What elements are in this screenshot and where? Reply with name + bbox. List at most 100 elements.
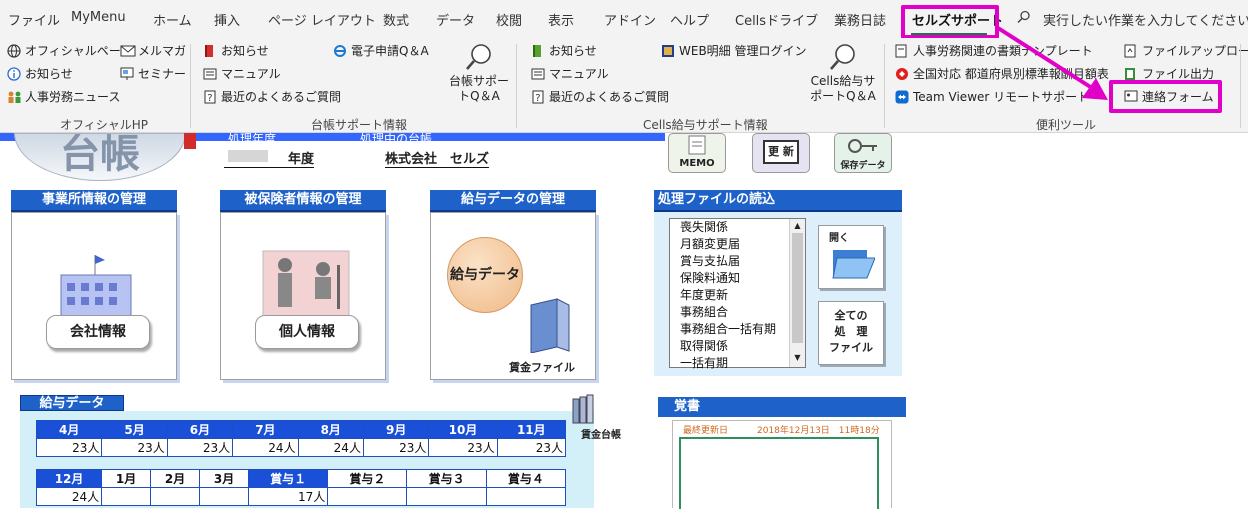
logo-accent	[184, 133, 196, 149]
bonus-header[interactable]: 賞与３	[406, 469, 487, 488]
binder-icon	[527, 295, 573, 354]
month-header[interactable]: 9月	[362, 420, 430, 439]
company-info-button[interactable]: 会社情報	[46, 315, 150, 349]
tab-view[interactable]: 表示	[548, 10, 574, 29]
month-header[interactable]: 3月	[199, 469, 250, 488]
list-item[interactable]: 事務組合一括有期	[670, 321, 805, 338]
bonus-header[interactable]: 賞与２	[327, 469, 408, 488]
headcount-cell: 23人	[496, 438, 567, 457]
scroll-down-icon[interactable]: ▼	[790, 351, 805, 365]
wage-file-label[interactable]: 賃金ファイル	[509, 359, 575, 375]
official-page-button[interactable]: オフィシャルページ	[7, 42, 133, 59]
memo-updated-value: 2018年12月13日 11時18分	[757, 426, 880, 436]
tab-insert[interactable]: 挿入	[214, 10, 240, 29]
cells-faq-label: 最近のよくあるご質問	[549, 90, 670, 104]
daicho-faq-button[interactable]: ? 最近のよくあるご質問	[203, 88, 341, 105]
list-item[interactable]: 喪失関係	[670, 219, 805, 236]
list-item[interactable]: 一括有期	[670, 355, 805, 372]
list-item[interactable]: 月額変更届	[670, 236, 805, 253]
tab-addins[interactable]: アドイン	[604, 10, 656, 29]
tab-review[interactable]: 校閲	[496, 10, 522, 29]
list-item[interactable]: 賞与支払届	[670, 253, 805, 270]
person-icon	[257, 245, 357, 325]
listbox-scrollbar[interactable]: ▲ ▼	[789, 219, 805, 367]
month-header[interactable]: 2月	[150, 469, 201, 488]
headcount-cell	[406, 487, 487, 506]
tab-data[interactable]: データ	[436, 10, 475, 29]
official-news-button[interactable]: お知らせ	[7, 65, 73, 82]
official-page-label: オフィシャルページ	[25, 44, 133, 58]
list-item[interactable]: 保険料通知	[670, 270, 805, 287]
headcount-cell: 23人	[428, 438, 498, 457]
salary-data-button[interactable]: 給与データ	[447, 237, 523, 313]
month-header[interactable]: 4月	[35, 420, 103, 439]
all-files-label-1: 全ての	[834, 309, 868, 322]
headcount-cell: 23人	[35, 438, 103, 457]
tab-business-diary[interactable]: 業務日誌	[834, 10, 886, 29]
tab-highlight-box	[901, 5, 999, 39]
memo-button[interactable]: MEMO	[668, 133, 726, 173]
official-news-label: お知らせ	[25, 67, 73, 81]
tab-page-layout[interactable]: ページ レイアウト	[268, 10, 376, 29]
seminar-icon	[120, 67, 134, 81]
month-header[interactable]: 7月	[232, 420, 299, 439]
document-icon	[895, 44, 909, 58]
e-application-qa-button[interactable]: 電子申請Q＆A	[333, 42, 429, 59]
teamviewer-icon	[895, 90, 909, 104]
month-header[interactable]: 5月	[101, 420, 168, 439]
file-load-title: 処理ファイルの読込	[654, 190, 902, 212]
open-file-button[interactable]: 開く	[818, 225, 884, 289]
file-type-listbox[interactable]: 喪失関係 月額変更届 賞与支払届 保険料通知 年度更新 事務組合 事務組合一括有…	[669, 218, 806, 370]
bonus-header[interactable]: 賞与１	[248, 469, 329, 488]
month-header[interactable]: 8月	[297, 420, 364, 439]
cells-support-qa-button[interactable]: Cells給与サ ポートQ＆A	[806, 42, 880, 104]
update-button[interactable]: 更 新	[752, 133, 810, 173]
svg-text:?: ?	[535, 93, 540, 104]
tab-home[interactable]: ホーム	[153, 10, 192, 29]
file-upload-button[interactable]: ファイルアップロード	[1124, 42, 1248, 59]
list-item[interactable]: 年度更新	[670, 287, 805, 304]
daicho-support-qa-label-2: トQ＆A	[458, 89, 500, 103]
scroll-thumb[interactable]	[792, 233, 803, 343]
memo-label: MEMO	[679, 158, 715, 169]
seminar-button[interactable]: セミナー	[120, 65, 186, 82]
kyuyo-panel-title: 給与データの管理	[430, 190, 596, 212]
personal-info-button[interactable]: 個人情報	[255, 315, 359, 349]
daicho-support-qa-button[interactable]: 台帳サポー トQ＆A	[448, 42, 510, 104]
tab-mymenu[interactable]: MyMenu	[71, 10, 126, 25]
bonus-header[interactable]: 賞与４	[485, 469, 567, 488]
tab-cells-drive[interactable]: Cellsドライブ	[735, 10, 818, 29]
month-header[interactable]: 10月	[428, 420, 498, 439]
month-header[interactable]: 11月	[496, 420, 567, 439]
daicho-news-button[interactable]: お知らせ	[203, 42, 269, 59]
manual-icon	[203, 67, 217, 81]
daicho-manual-button[interactable]: マニュアル	[203, 65, 281, 82]
tab-formulas[interactable]: 数式	[383, 10, 409, 29]
web-statement-login-button[interactable]: WEB明細 管理ログイン	[661, 42, 807, 59]
jigyosho-panel: 会社情報	[11, 212, 177, 380]
tab-help[interactable]: ヘルプ	[670, 10, 709, 29]
all-files-button[interactable]: 全ての 処 理 ファイル	[818, 301, 884, 365]
save-data-button[interactable]: 保存データ	[834, 133, 892, 173]
headcount-cell: 24人	[35, 487, 103, 506]
memo-icon	[669, 134, 725, 158]
month-header[interactable]: 6月	[166, 420, 234, 439]
daicho-faq-label: 最近のよくあるご質問	[221, 90, 342, 104]
mailmag-button[interactable]: メルマガ	[120, 42, 186, 59]
cells-manual-button[interactable]: マニュアル	[531, 65, 609, 82]
daicho-manual-label: マニュアル	[221, 67, 281, 81]
list-item[interactable]: 事務組合	[670, 304, 805, 321]
top-banner-label-ledger: 処理中の台帳	[360, 132, 433, 146]
cells-faq-button[interactable]: ? 最近のよくあるご質問	[531, 88, 669, 105]
hr-news-button[interactable]: 人事労務ニュース	[7, 88, 120, 105]
list-item[interactable]: 取得関係	[670, 338, 805, 355]
ledger-binder-icon[interactable]: 賃金台帳	[569, 393, 627, 441]
memo-textbox[interactable]	[679, 437, 879, 509]
scroll-up-icon[interactable]: ▲	[790, 219, 805, 233]
tab-file[interactable]: ファイル	[8, 10, 60, 29]
month-header[interactable]: 12月	[35, 469, 103, 488]
month-header[interactable]: 1月	[101, 469, 152, 488]
cells-news-button[interactable]: お知らせ	[531, 42, 597, 59]
book-icon	[203, 44, 217, 58]
app-logo: 台帳	[14, 133, 186, 181]
